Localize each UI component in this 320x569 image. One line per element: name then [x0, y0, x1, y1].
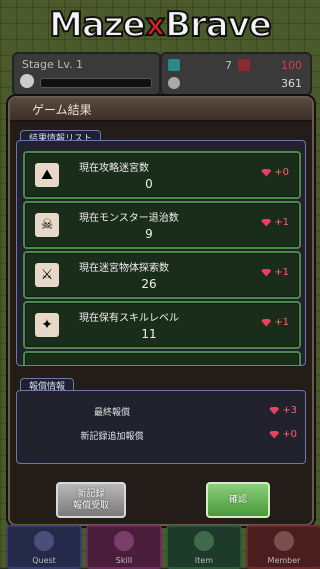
reward-value: +3 [269, 405, 297, 416]
reward-row: 最終報償 +3 [17, 405, 305, 421]
logo-x: x [145, 7, 166, 44]
reward-text: +1 [274, 217, 289, 228]
item-value: 9 [145, 227, 153, 241]
list-item: ✦ 現在保有スキルレベル 11 +1 [23, 301, 301, 349]
list-item-partial [23, 351, 301, 365]
stat-hp: 100 [238, 57, 302, 73]
item-icon: ⚔ [35, 263, 59, 287]
member-icon [274, 531, 294, 551]
gem-icon [261, 268, 272, 277]
nav-label: Quest [32, 556, 56, 565]
reward-value: +0 [269, 429, 297, 440]
stage-progress-bar [40, 78, 152, 88]
item-reward: +1 [261, 217, 289, 228]
reward-label: 最終報償 [93, 408, 130, 418]
logo-maze: Maze [48, 4, 147, 46]
item-label: 現在迷宮物体探索数 [79, 263, 169, 274]
confirm-button[interactable]: 確認 [206, 482, 270, 518]
stat-skulls: 361 [168, 75, 302, 91]
heart-icon [238, 59, 250, 71]
dialog-title: ゲーム結果 [32, 103, 92, 117]
nav-quest[interactable]: Quest [6, 525, 82, 569]
skull-icon [20, 74, 34, 88]
list-item: ⚔ 現在迷宮物体探索数 26 +1 [23, 251, 301, 299]
item-value: 11 [141, 327, 157, 341]
list-item: ⛰ 現在攻略迷宮数 0 +0 [23, 151, 301, 199]
gem-icon [261, 168, 272, 177]
item-value: 26 [141, 277, 157, 291]
claim-record-button[interactable]: 新記録 報償受取 [56, 482, 126, 518]
game-logo: Maze x Brave [0, 0, 320, 50]
reward-label: 新記録追加報償 [80, 432, 144, 442]
gem-icon [269, 406, 280, 415]
reward-value-text: +0 [282, 429, 297, 440]
item-label: 現在保有スキルレベル [79, 313, 179, 324]
stat-hp-value: 100 [281, 58, 302, 72]
stat-skulls-value: 361 [281, 76, 302, 90]
gem-icon [261, 218, 272, 227]
reward-text: +1 [274, 267, 289, 278]
bottom-nav: Quest Skill Item Member [0, 525, 320, 569]
stat-gems-value: 7 [225, 58, 232, 72]
item-reward: +1 [261, 317, 289, 328]
result-list[interactable]: ⛰ 現在攻略迷宮数 0 +0 ☠ 現在モンスター退治数 9 +1 ⚔ 現在迷宮物… [16, 140, 306, 366]
gem-icon [269, 430, 280, 439]
claim-record-label-1: 新記録 [77, 489, 105, 499]
nav-label: Member [267, 556, 301, 565]
dungeon-icon: ⛰ [35, 163, 59, 187]
skill-icon [114, 531, 134, 551]
nav-label: Skill [115, 556, 133, 565]
nav-item[interactable]: Item [166, 525, 242, 569]
gem-stat-icon [168, 59, 180, 71]
dialog-title-bar: ゲーム結果 [10, 98, 312, 122]
list-item: ☠ 現在モンスター退治数 9 +1 [23, 201, 301, 249]
quest-icon [34, 531, 54, 551]
stage-label: Stage Lv. 1 [22, 58, 84, 71]
skull-icon: ☠ [35, 213, 59, 237]
reward-summary: 最終報償 +3 新記録追加報償 +0 [16, 390, 306, 464]
item-icon [194, 531, 214, 551]
reward-text: +1 [274, 317, 289, 328]
item-label: 現在モンスター退治数 [79, 213, 179, 224]
coin-icon [168, 77, 180, 89]
stage-panel: Stage Lv. 1 [12, 52, 161, 96]
claim-record-label-2: 報償受取 [72, 501, 109, 511]
nav-label: Item [194, 556, 214, 565]
stats-panel: 7 100 361 [160, 52, 312, 96]
result-dialog: ゲーム結果 結果情報リスト ⛰ 現在攻略迷宮数 0 +0 ☠ 現在モンスター退治… [8, 96, 314, 526]
item-reward: +0 [261, 167, 289, 178]
item-reward: +1 [261, 267, 289, 278]
stat-gems: 7 [168, 57, 232, 73]
gem-icon [261, 318, 272, 327]
reward-row: 新記録追加報償 +0 [17, 429, 305, 445]
item-label: 現在攻略迷宮数 [79, 163, 149, 174]
logo-brave: Brave [164, 4, 273, 46]
nav-member[interactable]: Member [246, 525, 320, 569]
nav-skill[interactable]: Skill [86, 525, 162, 569]
item-value: 0 [145, 177, 153, 191]
skill-icon: ✦ [35, 313, 59, 337]
reward-value-text: +3 [282, 405, 297, 416]
reward-text: +0 [274, 167, 289, 178]
